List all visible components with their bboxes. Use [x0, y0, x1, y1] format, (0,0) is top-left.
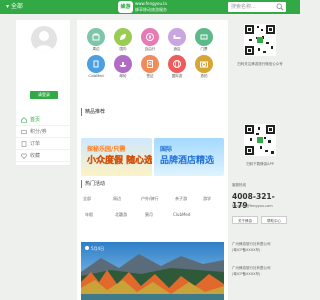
logo-mark: 蜂游 [118, 1, 133, 13]
banner-title: 品牌酒店精选 [160, 156, 215, 166]
user-menu: 首页 积分/券 订单 收藏 [16, 114, 70, 162]
leaf-icon [120, 34, 126, 40]
location-dot-icon [85, 246, 89, 250]
building-icon [93, 60, 99, 68]
filter-tab[interactable]: 周边 [113, 196, 121, 202]
banner-hotel[interactable]: 国际 品牌酒店精选 [154, 138, 224, 176]
activity-photo[interactable]: 5月4日 [81, 242, 224, 300]
compass-icon [146, 33, 154, 41]
photo-caption: 5月4日 [91, 246, 105, 251]
category-label: 酒店 [173, 47, 181, 51]
category-item[interactable]: 旅拍 [193, 55, 215, 79]
category-item[interactable]: 邮轮 [112, 55, 134, 79]
wechat-qr-code [244, 24, 276, 56]
filter-tab[interactable]: 北疆游 [115, 212, 127, 218]
filter-tab[interactable]: ClubMed [173, 212, 190, 217]
avatar[interactable] [31, 26, 57, 52]
category-label: ClubMed [88, 74, 104, 78]
company-license: (粤ICP备XXXX号) [232, 272, 261, 276]
company-name: 广州蜂游旅行社有限公司 [232, 242, 271, 246]
logo-slogan: 蜂享移动旅游服务 [135, 7, 167, 12]
category-item[interactable]: 国际游 [166, 55, 188, 79]
right-sidebar: 扫码关注蜂游旅行微信公众号 扫码下载蜂游APP 客服热线 4008-321-17… [230, 20, 290, 300]
menu-item-favorite[interactable]: 收藏 [16, 150, 70, 162]
banner-title: 小众度假 随心选 [87, 156, 152, 166]
filter-tab[interactable]: 游学 [203, 196, 211, 202]
order-icon [21, 141, 27, 147]
menu-item-label: 订单 [30, 141, 41, 147]
category-label: 签证 [146, 74, 154, 78]
filter-tab[interactable]: 蜜月 [145, 212, 153, 218]
coupon-icon [21, 130, 27, 134]
menu-item-order[interactable]: 订单 [16, 138, 70, 150]
ship-icon [119, 62, 127, 67]
qr2-caption: 扫码下载蜂游APP [246, 162, 274, 166]
category-label: 自由行 [144, 47, 156, 51]
search-box[interactable]: 搜索名称... [228, 2, 286, 12]
camera-icon [200, 61, 208, 68]
bed-icon [173, 35, 181, 39]
company-name: 广州蜂游旅行社有限公司 [232, 266, 271, 270]
category-label: 国际游 [171, 74, 183, 78]
filter-tab[interactable]: 亲子游 [175, 196, 187, 202]
app-qr-code [244, 124, 276, 156]
login-button[interactable]: 请登录 [30, 91, 58, 99]
banner-subtitle: 国际 [160, 146, 173, 153]
ticket-icon [200, 34, 208, 40]
category-item[interactable]: 门票 [193, 28, 215, 52]
category-label: 旅拍 [200, 74, 208, 78]
category-item[interactable]: 签证 [139, 55, 161, 79]
section-title-recommend: 精品推荐 [81, 108, 105, 116]
user-sidebar: 请登录 首页 积分/券 订单 收藏 [16, 20, 70, 165]
globe-icon [173, 60, 181, 68]
menu-item-home[interactable]: 首页 [16, 114, 70, 126]
hotline-label: 客服热线 [232, 183, 246, 187]
filter-tab[interactable]: 户外/骑行 [141, 196, 158, 202]
menu-item-coupon[interactable]: 积分/券 [16, 126, 70, 138]
menu-item-label: 积分/券 [30, 129, 47, 135]
location-selector[interactable]: ▾ 全部 [6, 2, 23, 12]
category-item[interactable]: 国内 [112, 28, 134, 52]
search-input[interactable]: 搜索名称... [231, 3, 256, 11]
category-label: 邮轮 [119, 74, 127, 78]
bag-icon [92, 33, 100, 41]
banner-vacation[interactable]: 探秘乐园/只需 小众度假 随心选 [81, 138, 152, 176]
main-content: 周边 国内 自由行 酒店 门票 ClubMed 邮轮 签证 国际游 旅拍 精品推… [77, 20, 228, 300]
banner-subtitle: 探秘乐园/只需 [87, 146, 126, 153]
home-icon [21, 117, 27, 123]
category-item[interactable]: 自由行 [139, 28, 161, 52]
category-label: 门票 [200, 47, 208, 51]
section-title-hot: 热门活动 [81, 180, 105, 188]
category-item[interactable]: ClubMed [85, 55, 107, 79]
filter-tab[interactable]: 年假 [85, 212, 93, 218]
top-bar: ▾ 全部 蜂游 www.fengyou.la 蜂享移动旅游服务 搜索名称... [0, 0, 300, 14]
about-button[interactable]: 关于蜂游 [232, 216, 258, 224]
menu-item-label: 首页 [30, 117, 41, 123]
logo[interactable]: 蜂游 www.fengyou.la 蜂享移动旅游服务 [118, 1, 180, 13]
category-label: 国内 [119, 47, 127, 51]
category-item[interactable]: 周边 [85, 28, 107, 52]
company-license: (粤ICP备XXXX号) [232, 248, 261, 252]
category-item[interactable]: 酒店 [166, 28, 188, 52]
passport-icon [147, 60, 153, 68]
search-icon[interactable] [276, 3, 284, 11]
favorite-icon [21, 153, 27, 159]
filter-tab[interactable]: 全部 [83, 196, 91, 202]
contact-email[interactable]: fengyou@fengyou.com [232, 204, 288, 209]
menu-item-label: 收藏 [30, 153, 41, 159]
category-label: 周边 [92, 47, 100, 51]
help-button[interactable]: 帮助中心 [261, 216, 287, 224]
qr1-caption: 扫码关注蜂游旅行微信公众号 [237, 62, 283, 66]
